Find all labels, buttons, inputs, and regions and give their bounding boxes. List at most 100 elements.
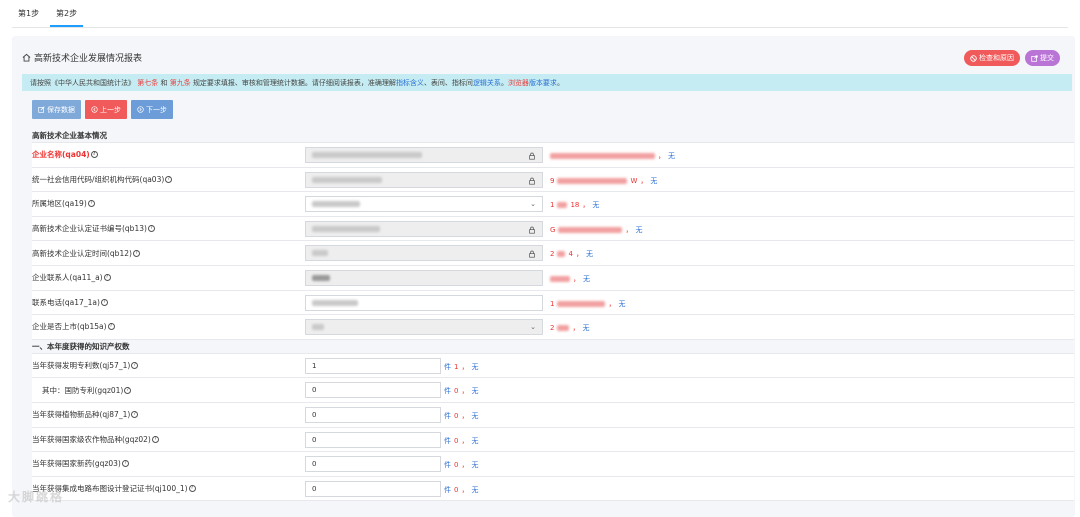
reference-value: 9 W，无 <box>550 176 657 186</box>
report-panel: 高新技术企业发展情况报表 检查和原因 提交 请按照《中华人民共和国统计法》 第七… <box>12 36 1075 517</box>
help-icon[interactable]: ? <box>188 485 196 493</box>
step-tabs: 第1步 第2步 <box>12 0 1068 28</box>
reference-none: 无 <box>583 274 590 283</box>
field-label-text: 企业是否上市(qb15a) <box>32 322 107 332</box>
input-value: 0 <box>312 484 317 493</box>
logic-relation-link[interactable]: 逻辑关系 <box>473 79 501 87</box>
separator: ， <box>573 274 580 283</box>
region-select[interactable]: ⌄ <box>305 196 543 213</box>
help-icon[interactable]: ? <box>147 225 155 233</box>
lock-icon <box>529 251 535 258</box>
reference-none: 无 <box>471 485 479 494</box>
input-value: 0 <box>312 386 317 395</box>
field-row-qa03: 统一社会信用代码/组织机构代码(qa03)? 9 W，无 <box>32 167 1074 193</box>
tab-step-2[interactable]: 第2步 <box>50 8 84 27</box>
separator: ， <box>608 299 616 308</box>
help-icon[interactable]: ? <box>132 249 140 257</box>
notice-text-3: 、表间、指标间 <box>423 79 473 87</box>
certification-date-input <box>305 245 543 262</box>
reference-number: 0 <box>454 485 459 494</box>
next-step-button[interactable]: 下一步 <box>131 100 173 119</box>
field-label-text: 联系电话(qa17_1a) <box>32 297 100 307</box>
notice-article-9-link[interactable]: 第九条 <box>170 79 191 87</box>
crop-variety-input[interactable]: 0 <box>305 431 441 448</box>
reference-number: 0 <box>454 411 459 420</box>
help-icon[interactable]: ? <box>107 323 115 331</box>
field-label-text: 统一社会信用代码/组织机构代码(qa03) <box>32 174 165 184</box>
indicator-meaning-link[interactable]: 指标含义 <box>396 79 424 87</box>
field-label: 高新技术企业认定时间(qb12)? <box>32 241 284 265</box>
help-icon[interactable]: ? <box>124 386 132 394</box>
contact-person-input[interactable] <box>305 269 543 286</box>
help-icon[interactable]: ? <box>131 362 139 370</box>
ban-icon <box>970 54 977 62</box>
chevron-down-icon: ⌄ <box>530 323 536 332</box>
field-row-qa11-a: 企业联系人(qa11_a)? ，无 <box>32 265 1074 291</box>
help-icon[interactable]: ? <box>100 298 108 306</box>
defense-patent-input[interactable]: 0 <box>305 382 441 399</box>
reference-none: 无 <box>471 387 479 396</box>
listed-select[interactable]: ⌄ <box>305 319 543 336</box>
lock-icon <box>529 226 535 234</box>
reference-value: 1 18，无 <box>550 200 599 210</box>
field-label: 统一社会信用代码/组织机构代码(qa03)? <box>32 167 284 192</box>
help-icon[interactable]: ? <box>87 200 95 208</box>
help-icon[interactable]: ? <box>90 151 98 159</box>
reference-prefix: G <box>550 225 556 234</box>
help-icon[interactable]: ? <box>165 175 173 183</box>
section-basic-info: 高新技术企业基本情况 <box>32 129 1074 143</box>
version-requirement-link[interactable]: 版本要求 <box>529 79 557 87</box>
prev-step-button[interactable]: 上一步 <box>85 100 127 119</box>
help-icon[interactable]: ? <box>131 411 139 419</box>
field-label: 高新技术企业认定证书编号(qb13)? <box>32 216 284 241</box>
reference-number: 1 <box>454 362 459 371</box>
field-row-qb12: 高新技术企业认定时间(qb12)? 2 4，无 <box>32 241 1074 266</box>
field-row-qa04: 企业名称(qa04)? ，无 <box>32 143 1074 168</box>
redacted-reference <box>557 202 568 209</box>
invention-patent-input[interactable]: 1 <box>305 357 441 374</box>
home-icon <box>22 53 31 62</box>
plant-variety-input[interactable]: 0 <box>305 406 441 423</box>
certificate-number-input <box>305 220 543 237</box>
submit-label: 提交 <box>1040 54 1054 62</box>
separator: ， <box>582 201 590 210</box>
field-row-qj57-1: 当年获得发明专利数(qj57_1)? 1 件 1，无 <box>32 353 1074 379</box>
help-icon[interactable]: ? <box>103 274 111 282</box>
field-label-text: 高新技术企业认定证书编号(qb13) <box>32 224 147 234</box>
phone-input[interactable] <box>305 294 543 311</box>
help-icon[interactable]: ? <box>151 435 159 443</box>
reference-none: 无 <box>650 176 658 185</box>
check-reason-label: 检查和原因 <box>979 54 1014 62</box>
field-row-qb13: 高新技术企业认定证书编号(qb13)? G ，无 <box>32 216 1074 242</box>
reference-number: 0 <box>454 387 459 396</box>
field-row-gqz01: 其中：国防专利(gqz01)? 0 件 0，无 <box>32 378 1074 403</box>
reference-none: 无 <box>582 324 590 333</box>
ic-layout-input[interactable]: 0 <box>305 480 441 497</box>
unit-label: 件 <box>444 485 451 494</box>
section-ip: 一、本年度获得的知识产权数 <box>32 339 1074 354</box>
reference-value: 件 0，无 <box>444 411 478 421</box>
browser-link[interactable]: 浏览器 <box>508 79 529 87</box>
reference-prefix: 2 <box>550 250 555 259</box>
notice-article-7-link[interactable]: 第七条 <box>137 79 158 87</box>
check-reason-button[interactable]: 检查和原因 <box>964 50 1020 66</box>
edit-icon <box>38 106 45 113</box>
redacted-value <box>312 176 382 183</box>
field-label: 当年获得国家新药(gqz03)? <box>32 452 284 476</box>
submit-button[interactable]: 提交 <box>1025 50 1060 66</box>
redacted-reference <box>550 153 655 159</box>
reference-value: ，无 <box>550 151 675 161</box>
save-data-button[interactable]: 保存数据 <box>32 100 81 119</box>
tab-step-1[interactable]: 第1步 <box>12 8 45 25</box>
reference-prefix: 1 <box>550 299 555 308</box>
redacted-value <box>312 152 422 158</box>
redacted-value <box>312 324 324 331</box>
separator: ， <box>572 324 580 333</box>
help-icon[interactable]: ? <box>121 460 129 468</box>
new-drug-input[interactable]: 0 <box>305 456 441 473</box>
credit-code-input <box>305 171 543 188</box>
reference-none: 无 <box>471 436 479 445</box>
arrow-left-circle-icon <box>91 106 98 113</box>
notice-text-and: 和 <box>160 79 168 87</box>
separator: ， <box>575 250 583 259</box>
